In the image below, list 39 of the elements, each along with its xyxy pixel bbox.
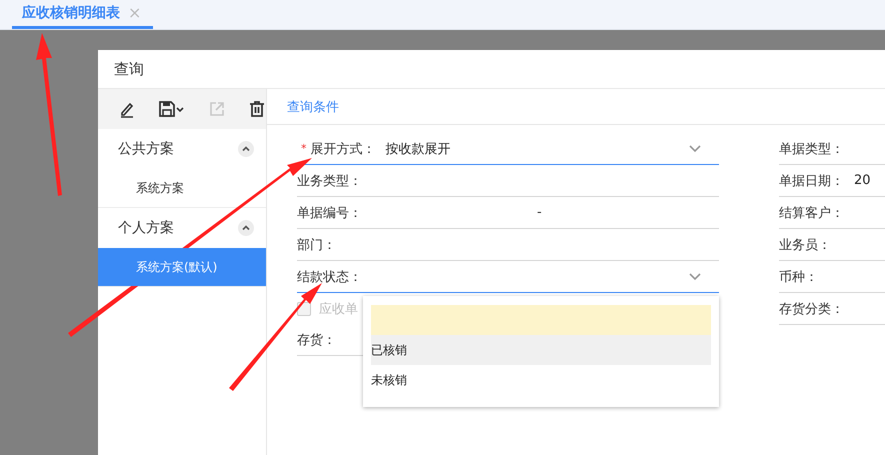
scheme-group-label: 公共方案: [118, 140, 174, 158]
pencil-icon[interactable]: [118, 100, 136, 118]
field-label: 存货：: [297, 332, 336, 348]
chevron-up-icon[interactable]: [238, 141, 254, 157]
floppy-disk-icon[interactable]: [158, 100, 186, 118]
chevron-down-icon[interactable]: [689, 272, 701, 280]
dropdown-option[interactable]: 已核销: [371, 335, 711, 365]
field-label: 存货分类：: [779, 300, 844, 318]
query-conditions-tab[interactable]: 查询条件: [287, 98, 339, 116]
field-label: 结算客户：: [779, 204, 844, 222]
checkbox-label: 应收单: [319, 300, 358, 318]
field-label: 单据编号：: [297, 204, 362, 222]
form-field[interactable]: 单据编号： -: [297, 197, 719, 229]
required-mark: *: [301, 142, 306, 155]
form-field[interactable]: 业务员：: [779, 229, 885, 261]
range-separator: -: [537, 205, 542, 220]
form-field[interactable]: 存货分类：: [779, 293, 885, 325]
form-field[interactable]: 业务类型：: [297, 165, 719, 197]
field-label: 币种：: [779, 268, 818, 286]
dropdown-option[interactable]: 未核销: [371, 365, 711, 395]
field-label: 业务类型：: [297, 172, 362, 190]
field-label: 业务员：: [779, 236, 831, 254]
field-label: 部门：: [297, 236, 336, 254]
scheme-group-label: 个人方案: [118, 219, 174, 237]
form-field[interactable]: 币种：: [779, 261, 885, 293]
field-label: 单据日期：: [779, 172, 844, 190]
chevron-down-icon[interactable]: [689, 144, 701, 152]
chevron-up-icon[interactable]: [238, 220, 254, 236]
form-field[interactable]: 单据类型：: [779, 133, 885, 165]
form-field[interactable]: 结算客户：: [779, 197, 885, 229]
field-value: 20: [854, 173, 871, 188]
field-label: 展开方式：: [310, 140, 376, 158]
scheme-item[interactable]: 系统方案: [98, 169, 266, 207]
field-value: 按收款展开: [386, 140, 450, 158]
field-label: 单据类型：: [779, 140, 844, 158]
trash-icon[interactable]: [248, 100, 266, 118]
form-field[interactable]: 单据日期： 20: [779, 165, 885, 197]
form-field[interactable]: 部门：: [297, 229, 719, 261]
field-label: 结款状态：: [297, 268, 362, 286]
